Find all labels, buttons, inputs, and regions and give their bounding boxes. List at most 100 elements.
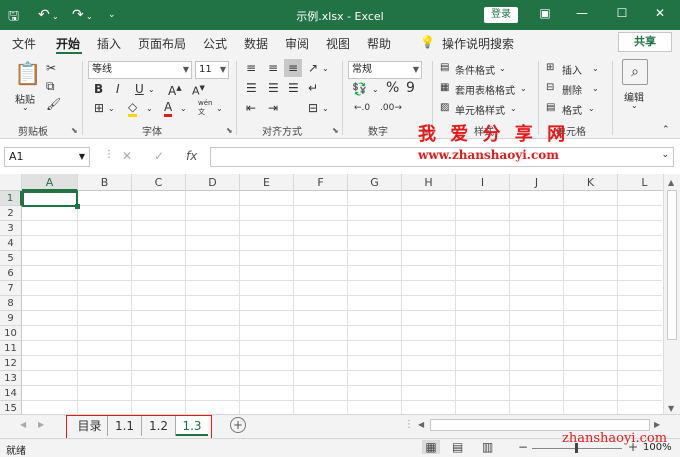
- row-header[interactable]: 5: [0, 251, 22, 266]
- row-header[interactable]: 10: [0, 326, 22, 341]
- fill-color-icon[interactable]: ◇: [128, 100, 138, 117]
- tab-help[interactable]: 帮助: [367, 35, 391, 52]
- selected-cell[interactable]: [22, 191, 78, 207]
- decrease-indent-icon[interactable]: ⇤: [246, 101, 256, 115]
- tab-insert[interactable]: 插入: [97, 35, 121, 52]
- align-center-icon[interactable]: ☰: [268, 81, 279, 95]
- column-header[interactable]: E: [240, 174, 294, 191]
- column-header[interactable]: H: [402, 174, 456, 191]
- column-header[interactable]: A: [22, 174, 78, 191]
- chevron-down-icon[interactable]: ⌄: [588, 102, 595, 116]
- align-bottom-icon[interactable]: ≡: [284, 59, 302, 77]
- ribbon-display-icon[interactable]: ▣: [535, 6, 555, 20]
- row-header[interactable]: 13: [0, 371, 22, 386]
- delete-cells-button[interactable]: 删除: [562, 82, 582, 97]
- bold-button[interactable]: B: [94, 82, 103, 96]
- zoom-out-button[interactable]: −: [518, 440, 528, 454]
- column-header[interactable]: C: [132, 174, 186, 191]
- copy-icon[interactable]: ⧉: [46, 79, 55, 93]
- vertical-scroll-thumb[interactable]: [667, 190, 677, 340]
- font-size-select[interactable]: 11 ▼: [195, 61, 229, 79]
- row-header[interactable]: 3: [0, 221, 22, 236]
- vertical-scrollbar[interactable]: ▲ ▼: [663, 174, 680, 419]
- name-box[interactable]: A1 ▼: [4, 147, 90, 167]
- chevron-down-icon[interactable]: ⌄: [148, 83, 155, 97]
- chevron-down-icon[interactable]: ⌄: [108, 102, 115, 116]
- row-header[interactable]: 4: [0, 236, 22, 251]
- dialog-launcher-icon[interactable]: ⬊: [71, 126, 78, 135]
- tab-review[interactable]: 审阅: [285, 35, 309, 52]
- increase-indent-icon[interactable]: ⇥: [268, 101, 278, 115]
- page-break-view-icon[interactable]: ▥: [482, 440, 493, 454]
- chevron-down-icon[interactable]: ⌄: [322, 62, 329, 76]
- search-icon[interactable]: ⌕: [622, 59, 648, 85]
- chevron-down-icon[interactable]: ⌄: [510, 102, 517, 116]
- dialog-launcher-icon[interactable]: ⬊: [332, 126, 339, 135]
- scroll-down-icon[interactable]: ▼: [668, 404, 674, 413]
- format-painter-icon[interactable]: 🖌: [46, 97, 61, 111]
- normal-view-icon[interactable]: ▦: [422, 440, 440, 454]
- tab-view[interactable]: 视图: [326, 35, 350, 52]
- collapse-ribbon-icon[interactable]: ⌃: [662, 123, 670, 137]
- scroll-left-icon[interactable]: ◀: [418, 420, 424, 429]
- row-header[interactable]: 15: [0, 401, 22, 414]
- cut-icon[interactable]: ✂: [46, 61, 56, 75]
- spreadsheet-grid[interactable]: ABCDEFGHIJKL 1 2 3 4 5 6 7 8 9 10 11 12 13 14 15: [0, 174, 680, 414]
- chevron-down-icon[interactable]: ⌄: [22, 103, 29, 112]
- login-button[interactable]: 登录: [484, 7, 518, 23]
- row-header[interactable]: 1: [0, 191, 22, 206]
- row-header[interactable]: 7: [0, 281, 22, 296]
- decrease-decimal-icon[interactable]: .00→: [380, 101, 402, 115]
- share-button[interactable]: 共享: [618, 32, 672, 52]
- chevron-down-icon[interactable]: ⌄: [592, 82, 599, 96]
- increase-decimal-icon[interactable]: ←.0: [354, 101, 370, 115]
- tab-data[interactable]: 数据: [244, 35, 268, 52]
- row-header[interactable]: 14: [0, 386, 22, 401]
- accounting-format-icon[interactable]: 💱: [352, 82, 367, 96]
- wrap-text-icon[interactable]: ↵: [308, 81, 318, 95]
- chevron-down-icon[interactable]: ⌄: [661, 150, 669, 160]
- row-header[interactable]: 6: [0, 266, 22, 281]
- column-header[interactable]: G: [348, 174, 402, 191]
- fill-handle[interactable]: [75, 204, 80, 209]
- decrease-font-icon[interactable]: A▼: [192, 81, 205, 99]
- align-right-icon[interactable]: ☰: [288, 81, 299, 95]
- minimize-button[interactable]: —: [572, 6, 592, 20]
- column-header[interactable]: B: [78, 174, 132, 191]
- number-format-select[interactable]: 常规 ▼: [348, 61, 422, 79]
- row-header[interactable]: 9: [0, 311, 22, 326]
- format-as-table-button[interactable]: 套用表格格式: [455, 82, 515, 97]
- tab-file[interactable]: 文件: [12, 35, 36, 52]
- align-left-icon[interactable]: ☰: [246, 81, 257, 95]
- underline-button[interactable]: U: [135, 82, 144, 96]
- chevron-down-icon[interactable]: ⌄: [180, 102, 187, 116]
- paste-icon[interactable]: 📋: [14, 63, 41, 87]
- merge-center-icon[interactable]: ⊟: [308, 101, 318, 115]
- tab-page-layout[interactable]: 页面布局: [138, 35, 186, 52]
- column-header[interactable]: I: [456, 174, 510, 191]
- comma-style-button[interactable]: 9: [406, 81, 415, 95]
- add-sheet-button[interactable]: +: [230, 417, 246, 433]
- align-top-icon[interactable]: ≡: [246, 61, 256, 75]
- scroll-sheets-right-icon[interactable]: ▶: [38, 420, 44, 429]
- font-color-icon[interactable]: A: [164, 100, 173, 117]
- insert-function-button[interactable]: fx: [186, 149, 197, 163]
- phonetic-guide-icon[interactable]: wén 文: [198, 99, 212, 117]
- row-header[interactable]: 11: [0, 341, 22, 356]
- maximize-button[interactable]: ☐: [612, 6, 632, 20]
- insert-cells-button[interactable]: 插入: [562, 62, 582, 77]
- scroll-right-icon[interactable]: ▶: [654, 420, 660, 429]
- tab-home[interactable]: 开始: [56, 35, 80, 52]
- increase-font-icon[interactable]: A▲: [168, 81, 182, 98]
- orientation-icon[interactable]: ↗: [308, 61, 318, 75]
- chevron-down-icon[interactable]: ⌄: [592, 62, 599, 76]
- chevron-down-icon[interactable]: ⌄: [216, 102, 223, 116]
- confirm-entry-button[interactable]: ✓: [154, 149, 164, 163]
- dialog-launcher-icon[interactable]: ⬊: [226, 126, 233, 135]
- tab-formulas[interactable]: 公式: [203, 35, 227, 52]
- percent-button[interactable]: %: [386, 81, 399, 95]
- align-middle-icon[interactable]: ≡: [268, 61, 278, 75]
- scroll-up-icon[interactable]: ▲: [668, 178, 674, 187]
- scroll-sheets-left-icon[interactable]: ◀: [20, 420, 26, 429]
- column-header[interactable]: F: [294, 174, 348, 191]
